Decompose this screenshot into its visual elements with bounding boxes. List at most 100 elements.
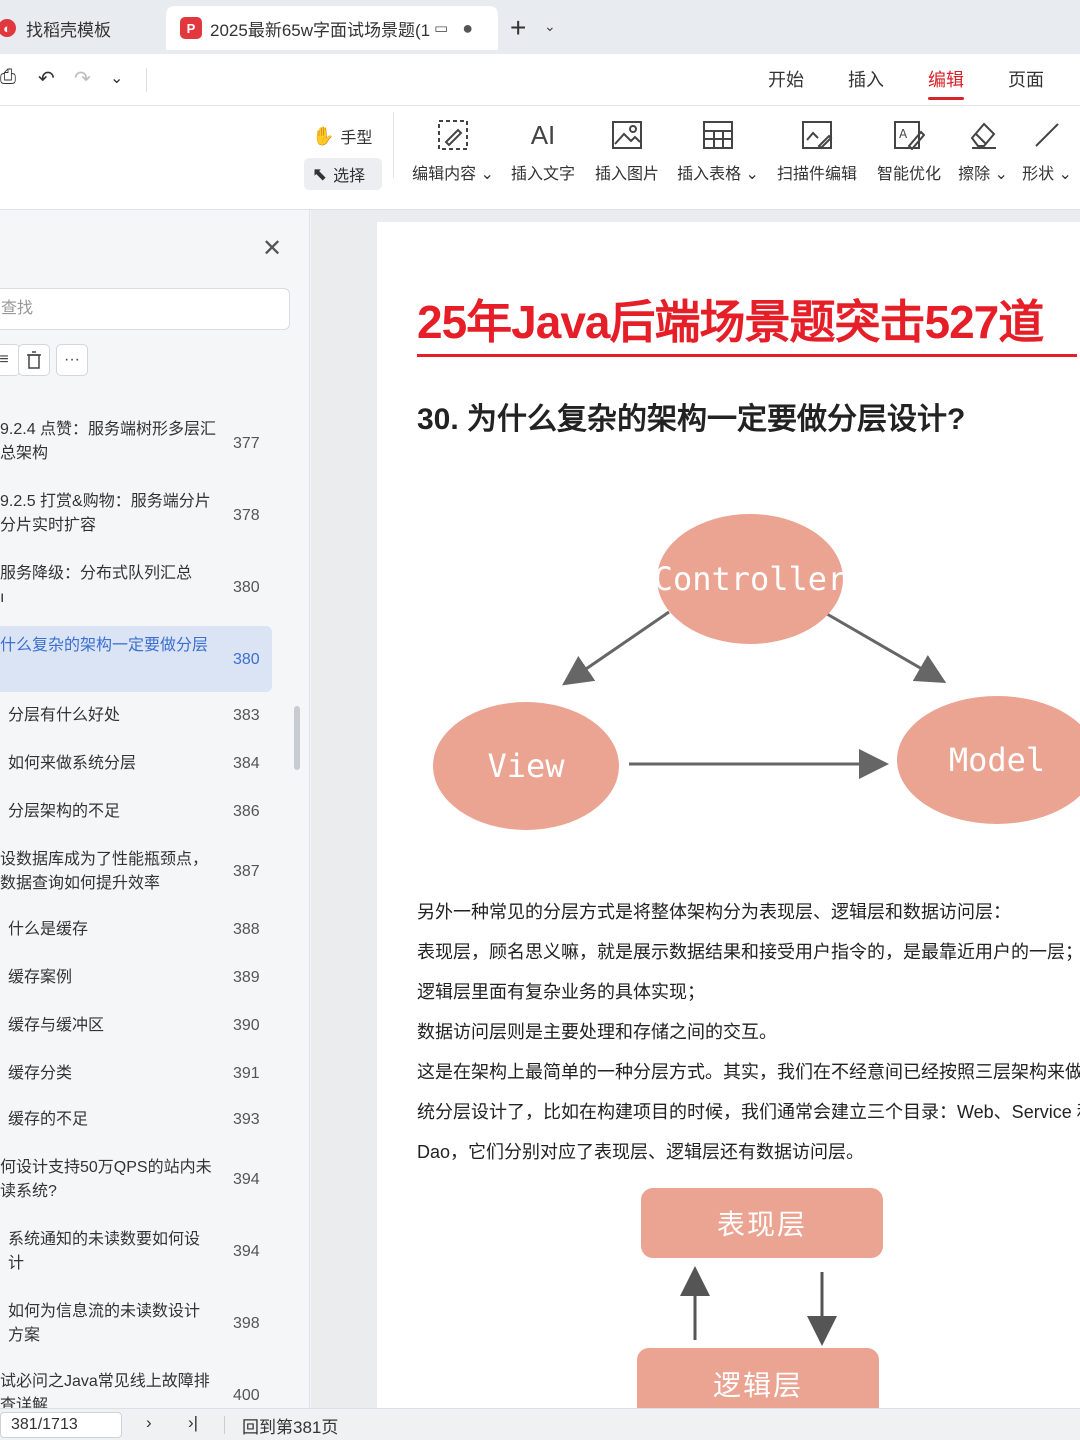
menu-page[interactable]: 页面	[1008, 66, 1044, 92]
toc-item[interactable]: 何设计支持50万QPS的站内未 读系统? 394	[0, 1156, 272, 1216]
toc-item[interactable]: 缓存分类 391	[0, 1062, 272, 1102]
document-viewport[interactable]: 25年Java后端场景题突击527道 30. 为什么复杂的架构一定要做分层设计?…	[311, 210, 1080, 1408]
toc-item-title: 何设计支持50万QPS的站内未	[0, 1159, 212, 1176]
more-options-icon[interactable]: ···	[56, 344, 88, 376]
toc-item[interactable]: 缓存案例 389	[0, 966, 272, 1006]
toc-item-title-cont: 读系统?	[0, 1183, 57, 1200]
smart-optimize-button[interactable]: A 智能优化	[874, 116, 944, 184]
smart-optimize-label: 智能优化	[876, 166, 941, 183]
divider	[393, 112, 394, 178]
add-bookmark-icon[interactable]: ≡	[0, 344, 20, 376]
toc-item-page: 380	[233, 579, 260, 596]
insert-image-button[interactable]: 插入图片	[592, 116, 662, 184]
back-to-page-link[interactable]: 回到第381页	[242, 1413, 338, 1438]
monitor-icon[interactable]: ▭	[434, 19, 448, 37]
erase-button[interactable]: 擦除 ⌄	[958, 116, 1008, 184]
next-page-icon[interactable]: ›	[146, 1413, 152, 1433]
toc-item[interactable]: 分层有什么好处 383	[0, 704, 272, 744]
redo-icon[interactable]: ↷	[74, 66, 91, 91]
menu-start[interactable]: 开始	[768, 66, 804, 92]
menu-bar: ⎙ ↶ ↷ ⌄ 开始 插入 编辑 页面	[0, 54, 1080, 106]
menu-edit[interactable]: 编辑	[928, 66, 964, 100]
tab-templates-label: 找稻壳模板	[26, 20, 111, 40]
toc-item[interactable]: 如何来做系统分层 384	[0, 752, 272, 792]
toc-item-page: 388	[233, 921, 260, 938]
scan-edit-icon	[801, 116, 833, 154]
toc-item[interactable]: 缓存与缓冲区 390	[0, 1014, 272, 1054]
unsaved-dot-icon[interactable]: ●	[462, 18, 473, 39]
print-icon[interactable]: ⎙	[0, 66, 16, 89]
toc-item-active[interactable]: 什么复杂的架构一定要做分层 380	[0, 626, 272, 692]
layer-presentation-box: 表现层	[641, 1188, 883, 1258]
tab-templates[interactable]: ◐ 找稻壳模板	[0, 6, 160, 50]
toc-item[interactable]: 服务降级：分布式队列汇总 ı 380	[0, 554, 272, 618]
tab-document-label: 2025最新65w字面试场景题(1	[210, 20, 430, 40]
paragraph: 表现层，顾名思义嘛，就是展示数据结果和接受用户指令的，是最靠近用户的一层；	[417, 942, 1080, 962]
outline-sidebar: ✕ 查找 ≡ ··· 9.2.4 点赞：服务端树形多层汇 总架构 377 9.2.…	[0, 210, 310, 1408]
divider	[224, 1416, 225, 1434]
edit-content-button[interactable]: 编辑内容 ⌄	[410, 116, 496, 184]
tab-list-dropdown-icon[interactable]: ⌄	[544, 18, 556, 35]
toc-item-page: 380	[233, 651, 260, 668]
toc-item-title: 缓存分类	[8, 1065, 73, 1082]
undo-icon[interactable]: ↶	[38, 66, 55, 91]
toc-item[interactable]: 缓存的不足 393	[0, 1108, 272, 1148]
scan-edit-button[interactable]: 扫描件编辑	[774, 116, 860, 184]
sidebar-scrollbar[interactable]	[294, 706, 300, 770]
toc-item[interactable]: 9.2.5 打赏&购物：服务端分片 分片实时扩容 378	[0, 482, 272, 546]
toc-item-page: 394	[233, 1171, 260, 1188]
eraser-icon	[968, 116, 998, 154]
toc-item-page: 383	[233, 707, 260, 724]
toc-item[interactable]: 设数据库成为了性能瓶颈点， 数据查询如何提升效率 387	[0, 848, 272, 908]
scan-edit-label: 扫描件编辑	[776, 166, 857, 183]
toc-item-title: 如何来做系统分层	[8, 755, 137, 772]
shape-button[interactable]: 形状 ⌄	[1022, 116, 1072, 184]
more-quick-access-icon[interactable]: ⌄	[110, 68, 123, 88]
insert-image-label: 插入图片	[594, 166, 659, 183]
toc-item-title: 分层架构的不足	[8, 803, 121, 820]
paragraph: 另外一种常见的分层方式是将整体架构分为表现层、逻辑层和数据访问层：	[417, 902, 1011, 922]
hand-icon: ✋	[312, 125, 335, 146]
toc-item-title-cont: 分片实时扩容	[0, 517, 97, 534]
toc-item-page: 378	[233, 507, 260, 524]
select-tool-button[interactable]: ⬉ 选择	[304, 158, 382, 190]
toc-item-title: 如何为信息流的未读数设计	[8, 1303, 201, 1320]
page-number-input[interactable]: 381/1713	[0, 1412, 122, 1438]
toc-item-title: 9.2.5 打赏&购物：服务端分片	[0, 493, 211, 510]
toc-item[interactable]: 分层架构的不足 386	[0, 800, 272, 840]
new-tab-button[interactable]: +	[510, 12, 526, 44]
toc-item-title: 9.2.4 点赞：服务端树形多层汇	[0, 421, 217, 438]
insert-table-icon	[702, 116, 734, 154]
insert-text-button[interactable]: AI 插入文字	[508, 116, 578, 184]
toc-item-page: 393	[233, 1111, 260, 1128]
insert-table-button[interactable]: 插入表格 ⌄	[676, 116, 760, 184]
menu-insert[interactable]: 插入	[848, 66, 884, 92]
toc-item-page: 400	[233, 1387, 260, 1404]
insert-table-label: 插入表格	[677, 166, 742, 183]
erase-label: 擦除	[958, 166, 991, 183]
toc-item[interactable]: 什么是缓存 388	[0, 918, 272, 958]
layer-logic-box: 逻辑层	[637, 1348, 879, 1408]
last-page-icon[interactable]: ›|	[188, 1413, 198, 1433]
edit-content-label: 编辑内容	[412, 166, 477, 183]
toc-item-title: 服务降级：分布式队列汇总	[0, 565, 193, 582]
search-input[interactable]: 查找	[0, 288, 290, 330]
toc-item[interactable]: 如何为信息流的未读数设计 方案 398	[0, 1300, 272, 1360]
toc-item-title: 设数据库成为了性能瓶颈点，	[0, 851, 209, 868]
svg-text:A: A	[899, 127, 908, 141]
toc-item-title: 缓存与缓冲区	[8, 1017, 105, 1034]
smart-optimize-icon: A	[893, 116, 925, 154]
toc-item[interactable]: 试必问之Java常见线上故障排 查详解 400	[0, 1370, 272, 1408]
hand-tool-button[interactable]: ✋ 手型	[304, 120, 382, 152]
toc-item-page: 394	[233, 1243, 260, 1260]
tab-document[interactable]: P 2025最新65w字面试场景题(1 ▭ ●	[166, 6, 498, 50]
paragraph: Dao，它们分别对应了表现层、逻辑层还有数据访问层。	[417, 1142, 865, 1162]
paragraph: 逻辑层里面有复杂业务的具体实现；	[417, 982, 705, 1002]
toc-item[interactable]: 系统通知的未读数要如何设计 394	[0, 1228, 272, 1288]
delete-icon[interactable]	[18, 344, 50, 376]
status-bar: 381/1713 › ›| 回到第381页	[0, 1408, 1080, 1440]
close-icon[interactable]: ✕	[262, 234, 282, 263]
toc-item-page: 387	[233, 863, 260, 880]
toc-item-title-cont: 总架构	[0, 445, 49, 462]
toc-item[interactable]: 9.2.4 点赞：服务端树形多层汇 总架构 377	[0, 410, 272, 474]
